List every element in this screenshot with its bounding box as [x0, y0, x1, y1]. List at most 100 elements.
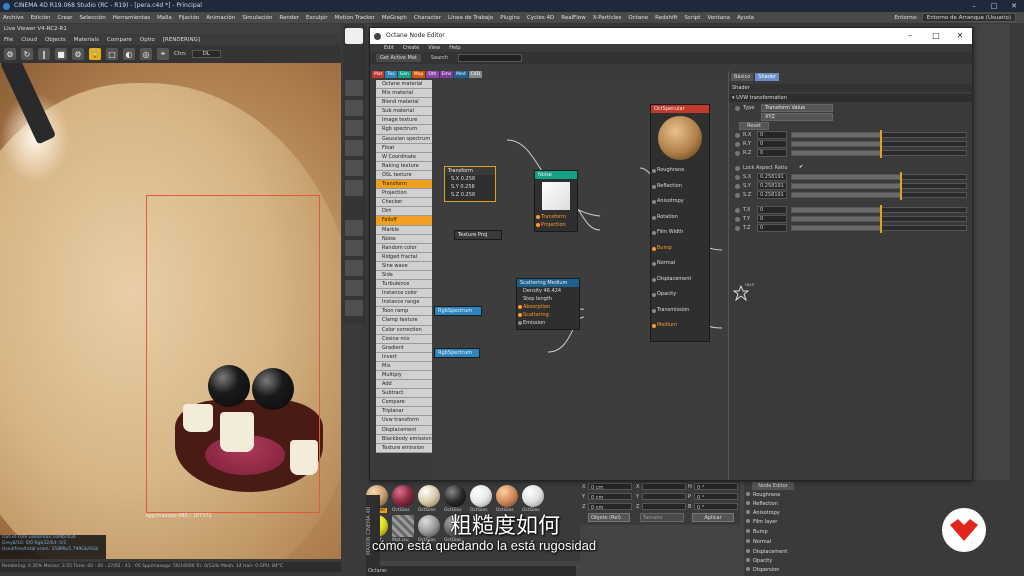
axis-order-dropdown[interactable]: XYZ: [761, 113, 833, 121]
material-swatch[interactable]: [392, 485, 414, 507]
rgb-spectrum-node[interactable]: RgbSpectrum: [434, 306, 482, 316]
coord-h-field[interactable]: 0 °: [694, 483, 738, 491]
node-list-item[interactable]: Blackbody emission: [376, 434, 432, 444]
rotation-x-slider[interactable]: [791, 130, 967, 140]
cube-tool-icon[interactable]: [345, 80, 363, 96]
attr-normal[interactable]: Normal: [746, 539, 771, 545]
node-list-item[interactable]: Rgb spectrum: [376, 125, 432, 135]
tab-basico[interactable]: Básico: [731, 73, 754, 81]
material-swatch[interactable]: [418, 485, 440, 507]
settings-icon[interactable]: ⚙: [72, 48, 84, 60]
rotation-z-slider[interactable]: [791, 148, 967, 158]
animate-dot[interactable]: [735, 175, 740, 180]
translation-y-input[interactable]: 0: [757, 215, 787, 223]
node-list-item[interactable]: Falloff: [376, 216, 432, 226]
coord-z-field[interactable]: 0 cm: [588, 503, 632, 511]
tab-mat[interactable]: Mat: [372, 71, 385, 78]
coord-p-field[interactable]: 0 °: [694, 493, 738, 501]
node-list-item[interactable]: Float: [376, 143, 432, 153]
uvw-transformation-group[interactable]: ▾ UVW transformation: [729, 94, 972, 102]
tab-gen[interactable]: Gen: [397, 71, 411, 78]
node-input-scattering[interactable]: Scattering: [517, 311, 579, 319]
coord-x-field[interactable]: 0 cm: [588, 483, 632, 491]
picker-icon[interactable]: ◎: [140, 48, 152, 60]
menu-realflow[interactable]: RealFlow: [561, 15, 585, 21]
maximize-button[interactable]: □: [984, 0, 1004, 12]
node-list-item[interactable]: Instance color: [376, 289, 432, 299]
node-input-opacity[interactable]: Opacity: [651, 287, 709, 303]
material-swatch[interactable]: [444, 485, 466, 507]
node-list-item[interactable]: Sine wave: [376, 261, 432, 271]
node-param-step-length[interactable]: Step length: [517, 295, 579, 303]
tab-tex[interactable]: Tex: [385, 71, 397, 78]
node-list-item[interactable]: Compare: [376, 398, 432, 408]
tab-oth[interactable]: Oth: [426, 71, 439, 78]
node-list-item[interactable]: Multiply: [376, 371, 432, 381]
menu-archivo[interactable]: Archivo: [3, 15, 24, 21]
stop-icon[interactable]: ■: [55, 48, 67, 60]
ne-menu-view[interactable]: View: [428, 45, 440, 51]
send-scene-icon[interactable]: ⚙: [4, 48, 16, 60]
minimize-button[interactable]: –: [964, 0, 984, 12]
render-region[interactable]: [146, 195, 320, 513]
node-editor-close[interactable]: ✕: [950, 28, 970, 44]
snap-tool-icon[interactable]: [345, 260, 363, 276]
undo-icon[interactable]: [345, 28, 363, 44]
menu-octane[interactable]: Octane: [628, 15, 648, 21]
cube-orange-icon[interactable]: [345, 180, 363, 196]
animate-dot[interactable]: [735, 133, 740, 138]
viewer-menu-objects[interactable]: Objects: [45, 37, 66, 43]
floor-tool-icon[interactable]: [345, 220, 363, 236]
lock-icon[interactable]: 🔒: [89, 48, 101, 60]
node-list-item[interactable]: Octane material: [376, 80, 432, 90]
menu-simulacion[interactable]: Simulación: [242, 15, 272, 21]
close-button[interactable]: ✕: [1004, 0, 1024, 12]
node-list-item[interactable]: Checker: [376, 198, 432, 208]
coord-b-field[interactable]: 0 °: [694, 503, 738, 511]
scattering-medium-node[interactable]: Scattering Medium Density 46.424 Step le…: [516, 278, 580, 330]
translation-y-slider[interactable]: [791, 214, 967, 224]
node-input-roughness[interactable]: Roughness: [651, 163, 709, 179]
node-list-item[interactable]: Transform: [376, 180, 432, 190]
size-mode-dropdown[interactable]: Tamaño: [640, 513, 684, 522]
apply-button[interactable]: Aplicar: [692, 513, 734, 522]
node-input-emission[interactable]: Emission: [517, 319, 579, 327]
node-search-input[interactable]: [458, 54, 523, 62]
translation-x-input[interactable]: 0: [757, 206, 787, 214]
magnet-tool-icon[interactable]: [345, 280, 363, 296]
node-list-item[interactable]: Displacement: [376, 425, 432, 435]
restart-icon[interactable]: ↻: [21, 48, 33, 60]
checker-tool-icon[interactable]: [345, 100, 363, 116]
attr-roughness[interactable]: Roughness: [746, 492, 780, 498]
node-list-item[interactable]: Texture emission: [376, 443, 432, 453]
menu-esculpir[interactable]: Esculpir: [306, 15, 328, 21]
node-input-transmission[interactable]: Transmission: [651, 303, 709, 319]
viewer-menu-compare[interactable]: Compare: [107, 37, 132, 43]
node-list-item[interactable]: Random color: [376, 243, 432, 253]
node-list-item[interactable]: Color correction: [376, 325, 432, 335]
get-active-mat-button[interactable]: Get Active Mat: [376, 54, 421, 62]
menu-linea-de-trabajo[interactable]: Línea de Trabajo: [448, 15, 493, 21]
menu-edicion[interactable]: Edición: [31, 15, 51, 21]
type-dropdown[interactable]: Transform Value: [761, 104, 833, 112]
material-swatch[interactable]: [418, 515, 440, 537]
menu-render[interactable]: Render: [279, 15, 299, 21]
plane-tool-icon[interactable]: [345, 120, 363, 136]
move-tool-icon[interactable]: [345, 240, 363, 256]
attr-displacement[interactable]: Displacement: [746, 549, 787, 555]
menu-plugins[interactable]: Plugins: [500, 15, 520, 21]
attr-opacity[interactable]: Opacity: [746, 558, 772, 564]
menu-ventana[interactable]: Ventana: [707, 15, 730, 21]
menu-ayuda[interactable]: Ayuda: [737, 15, 754, 21]
material-swatch[interactable]: [522, 485, 544, 507]
node-input-reflection[interactable]: Reflection: [651, 179, 709, 195]
texture-projection-node[interactable]: Texture Proj: [454, 230, 502, 240]
node-input-normal[interactable]: Normal: [651, 256, 709, 272]
node-list-item[interactable]: Side: [376, 270, 432, 281]
animate-dot[interactable]: [735, 166, 740, 171]
node-list-item[interactable]: Dirt: [376, 207, 432, 217]
node-input-transform[interactable]: Transform: [535, 213, 577, 221]
node-list-item[interactable]: Instance range: [376, 298, 432, 308]
scale-y-slider[interactable]: [791, 181, 967, 191]
translation-x-slider[interactable]: [791, 205, 967, 215]
